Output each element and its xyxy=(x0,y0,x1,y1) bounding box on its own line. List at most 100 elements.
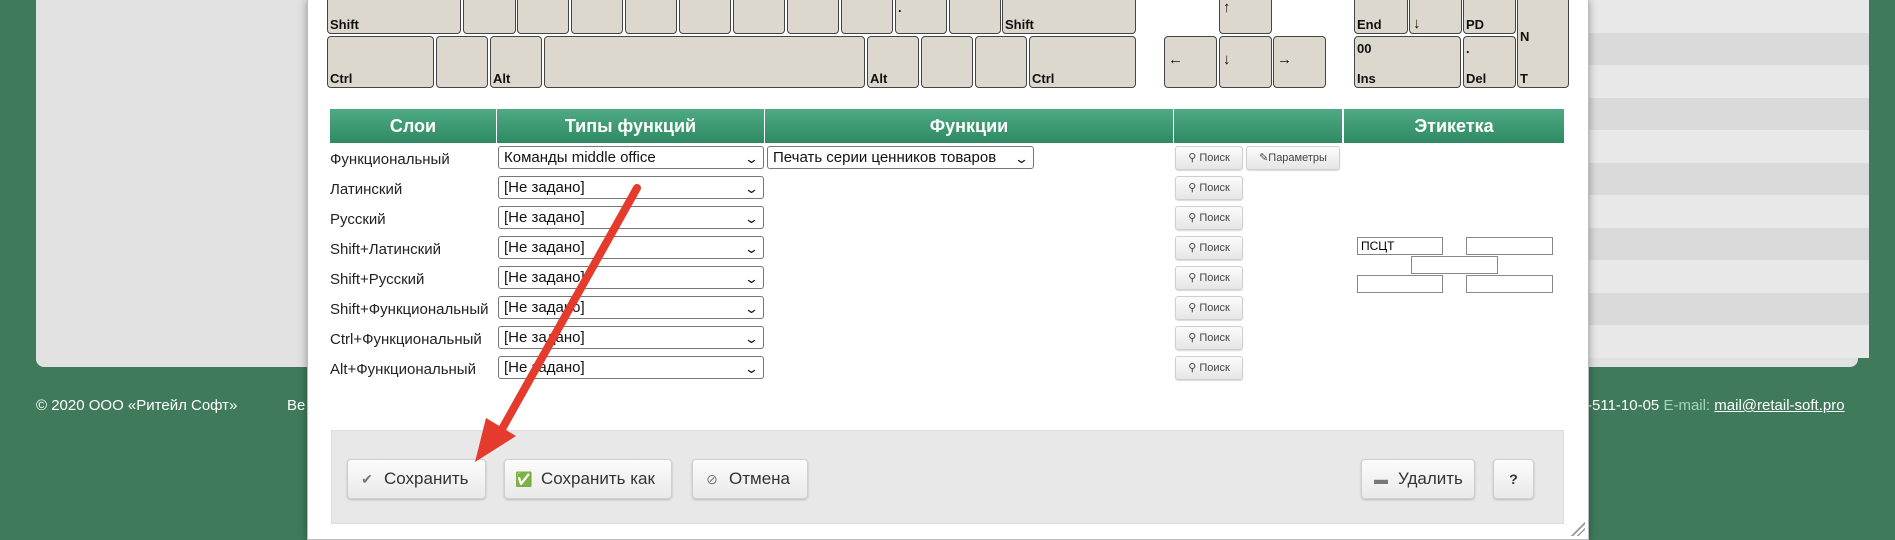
chevron-down-icon: ⌄ xyxy=(743,181,760,196)
key-00-ins[interactable]: 00 Ins xyxy=(1354,36,1461,88)
layer-label: Ctrl+Функциональный xyxy=(330,331,482,348)
layer-label: Функциональный xyxy=(330,151,450,168)
search-icon: ⚲ xyxy=(1188,362,1197,374)
header-functions: Функции xyxy=(765,109,1174,143)
chevron-down-icon: ⌄ xyxy=(743,211,760,226)
label-field-middle[interactable] xyxy=(1411,256,1498,274)
function-select[interactable]: Печать серии ценников товаров ⌄ xyxy=(767,146,1034,169)
save-as-button[interactable]: ✅ Сохранить как xyxy=(504,459,672,499)
key[interactable] xyxy=(625,0,677,34)
table-row: Латинский [Не задано] ⌄ ⚲ Поиск xyxy=(330,176,1564,206)
parameters-button[interactable]: ✎Параметры xyxy=(1246,146,1340,170)
resize-handle-icon[interactable] xyxy=(1571,522,1585,536)
search-icon: ⚲ xyxy=(1188,182,1197,194)
key-ctrl-left[interactable]: Ctrl xyxy=(327,36,434,88)
function-type-select[interactable]: [Не задано] ⌄ xyxy=(498,236,764,259)
search-icon: ⚲ xyxy=(1188,302,1197,314)
search-icon: ⚲ xyxy=(1188,272,1197,284)
layer-label: Латинский xyxy=(330,181,403,198)
label-field-top-right[interactable] xyxy=(1466,237,1553,255)
function-type-select[interactable]: [Не задано] ⌄ xyxy=(498,206,764,229)
cancel-icon: ⊘ xyxy=(706,471,718,487)
table-row: Ctrl+Функциональный [Не задано] ⌄ ⚲ Поиск xyxy=(330,326,1564,356)
search-icon: ⚲ xyxy=(1188,152,1197,164)
key-right[interactable]: → xyxy=(1273,36,1326,88)
search-icon: ⚲ xyxy=(1188,212,1197,224)
table-row: Русский [Не задано] ⌄ ⚲ Поиск xyxy=(330,206,1564,236)
header-layers: Слои xyxy=(330,109,497,143)
function-type-select[interactable]: [Не задано] ⌄ xyxy=(498,176,764,199)
key[interactable] xyxy=(733,0,785,34)
key-alt-left[interactable]: Alt xyxy=(490,36,542,88)
footer-fragment: Ве xyxy=(287,397,306,414)
help-button[interactable]: ? xyxy=(1493,459,1534,499)
key-period[interactable]: . xyxy=(895,0,947,34)
key[interactable] xyxy=(463,0,516,34)
key-shift-left[interactable]: Shift xyxy=(327,0,461,34)
key[interactable] xyxy=(975,36,1027,88)
function-type-select[interactable]: [Не задано] ⌄ xyxy=(498,266,764,289)
chevron-down-icon: ⌄ xyxy=(743,301,760,316)
key[interactable] xyxy=(679,0,731,34)
label-field-bottom-left[interactable] xyxy=(1357,275,1443,293)
key[interactable] xyxy=(517,0,569,34)
function-type-select[interactable]: [Не задано] ⌄ xyxy=(498,326,764,349)
search-button[interactable]: ⚲ Поиск xyxy=(1175,296,1243,320)
minus-icon: ▬ xyxy=(1374,471,1388,487)
search-button[interactable]: ⚲ Поиск xyxy=(1175,146,1243,170)
search-button[interactable]: ⚲ Поиск xyxy=(1175,206,1243,230)
search-button[interactable]: ⚲ Поиск xyxy=(1175,356,1243,380)
chevron-down-icon: ⌄ xyxy=(743,331,760,346)
key-end[interactable]: End xyxy=(1354,0,1408,34)
footer-email-label: E-mail: xyxy=(1663,397,1711,414)
table-row: Shift+Функциональный [Не задано] ⌄ ⚲ Поис… xyxy=(330,296,1564,326)
key[interactable] xyxy=(841,0,893,34)
check-circle-icon: ✅ xyxy=(515,471,533,487)
chevron-down-icon: ⌄ xyxy=(743,241,760,256)
key-n[interactable]: NT xyxy=(1517,0,1569,88)
search-button[interactable]: ⚲ Поиск xyxy=(1175,176,1243,200)
search-button[interactable]: ⚲ Поиск xyxy=(1175,236,1243,260)
table-row: Alt+Функциональный [Не задано] ⌄ ⚲ Поиск xyxy=(330,356,1564,386)
layer-label: Русский xyxy=(330,211,386,228)
header-label: Этикетка xyxy=(1344,109,1564,143)
key[interactable] xyxy=(787,0,839,34)
footer-email-link[interactable]: mail@retail-soft.pro xyxy=(1714,397,1844,414)
delete-button[interactable]: ▬ Удалить xyxy=(1361,459,1475,499)
label-field-top-left[interactable]: ПСЦТ xyxy=(1357,237,1443,255)
footer-copyright: © 2020 ООО «Ритейл Софт» xyxy=(36,397,238,414)
key-alt-right[interactable]: Alt xyxy=(867,36,919,88)
key-shift-right[interactable]: Shift xyxy=(1002,0,1136,34)
wrench-icon: ✎ xyxy=(1259,152,1269,164)
key[interactable] xyxy=(949,0,1001,34)
key-ctrl-right[interactable]: Ctrl xyxy=(1029,36,1136,88)
search-button[interactable]: ⚲ Поиск xyxy=(1175,266,1243,290)
header-function-types: Типы функций xyxy=(497,109,765,143)
footer-contacts: -511-10-05 E-mail: mail@retail-soft.pro xyxy=(1587,397,1845,414)
key-up[interactable]: ↑ xyxy=(1219,0,1272,34)
key-left[interactable]: ← xyxy=(1164,36,1217,88)
key-down-small[interactable]: ↓ xyxy=(1409,0,1462,34)
layer-label: Shift+Русский xyxy=(330,271,425,288)
chevron-down-icon: ⌄ xyxy=(743,361,760,376)
layer-label: Alt+Функциональный xyxy=(330,361,476,378)
key-pd[interactable]: PD xyxy=(1463,0,1516,34)
bindings-table-header: Слои Типы функций Функции Этикетка xyxy=(330,109,1564,143)
label-field-bottom-right[interactable] xyxy=(1466,275,1553,293)
search-icon: ⚲ xyxy=(1188,332,1197,344)
function-type-select[interactable]: [Не задано] ⌄ xyxy=(498,296,764,319)
chevron-down-icon: ⌄ xyxy=(743,271,760,286)
key[interactable] xyxy=(571,0,623,34)
key[interactable] xyxy=(921,36,973,88)
save-button[interactable]: ✔ Сохранить xyxy=(347,459,486,499)
cancel-button[interactable]: ⊘ Отмена xyxy=(692,459,808,499)
key-space[interactable] xyxy=(544,36,865,88)
search-button[interactable]: ⚲ Поиск xyxy=(1175,326,1243,350)
function-type-select[interactable]: Команды middle office ⌄ xyxy=(498,146,764,169)
layer-label: Shift+Функциональный xyxy=(330,301,489,318)
key[interactable] xyxy=(436,36,488,88)
function-type-select[interactable]: [Не задано] ⌄ xyxy=(498,356,764,379)
key-down[interactable]: ↓ xyxy=(1219,36,1272,88)
key-dot-del[interactable]: . Del xyxy=(1463,36,1516,88)
footer-phone: -511-10-05 xyxy=(1587,397,1660,414)
